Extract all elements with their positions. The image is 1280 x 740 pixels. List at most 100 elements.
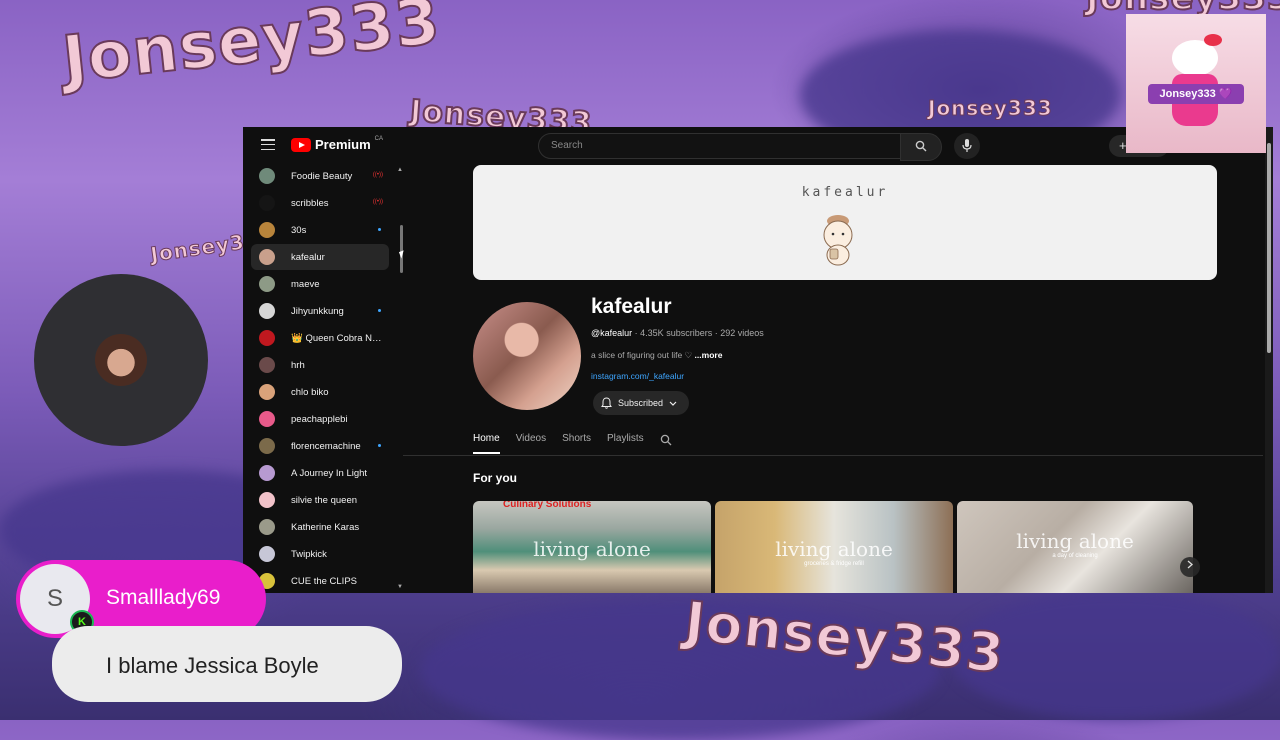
channel-avatar-icon [259,465,275,481]
bell-icon [601,397,612,409]
region-code: CA [374,135,383,142]
subscriptions-sidebar: Foodie Beauty ((•)) scribbles ((•)) 30s kafea… [251,163,401,593]
channel-avatar-icon [259,222,275,238]
video-thumbnail[interactable]: living alone groceries & fridge refill [715,501,953,593]
scrollbar-thumb[interactable] [1267,143,1271,353]
tab-shorts[interactable]: Shorts [562,433,591,454]
sidebar-item-channel[interactable]: Foodie Beauty ((•)) [251,163,389,189]
sidebar-item-label: 👑 Queen Cobra NA... [291,332,383,344]
channel-handle: @kafealur [591,328,633,338]
tab-videos[interactable]: Videos [516,433,546,454]
channel-avatar-icon [259,303,275,319]
search-button[interactable] [900,133,942,161]
search-placeholder: Search [551,140,583,151]
channel-link[interactable]: instagram.com/_kafealur [591,371,684,381]
sidebar-item-channel[interactable]: chlo biko [251,379,389,405]
tab-home[interactable]: Home [473,433,500,454]
chat-username: Smalllady69 [106,586,221,609]
new-content-dot-icon [378,444,381,447]
subscribed-label: Subscribed [618,398,664,408]
live-indicator-icon: ((•)) [372,199,383,205]
sidebar-item-channel[interactable]: Jihyunkkung [251,298,389,324]
sidebar-item-channel[interactable]: 👑 Queen Cobra NA... [251,325,389,351]
channel-tabs: Home Videos Shorts Playlists [473,433,672,454]
sidebar-item-label: Katherine Karas [291,521,360,533]
mouse-cursor-icon [398,250,407,259]
more-link[interactable]: ...more [695,350,723,360]
sidebar-item-label: peachapplebi [291,413,348,425]
channel-avatar-icon [259,195,275,211]
thumbnail-caption: groceries & fridge refill [804,561,864,567]
sidebar-item-channel[interactable]: Katherine Karas [251,514,389,540]
tab-playlists[interactable]: Playlists [607,433,644,454]
channel-avatar-icon [259,492,275,508]
channel-avatar-icon [259,249,275,265]
channel-avatar-icon [259,519,275,535]
sidebar-item-label: A Journey In Light [291,467,368,479]
search-icon [915,140,927,152]
youtube-play-icon [291,137,311,152]
watermark: Jonsey333 [928,96,1053,121]
sidebar-item-channel[interactable]: scribbles ((•)) [251,190,389,216]
search-input[interactable]: Search [538,133,902,159]
scroll-down-arrow-icon[interactable]: ▼ [397,584,403,590]
chat-message-bubble: I blame Jessica Boyle [52,626,402,702]
scroll-up-arrow-icon[interactable]: ▲ [397,167,403,173]
thumbnail-title: living alone [775,537,893,561]
sidebar-item-label: 30s [291,224,307,236]
sidebar-item-channel[interactable]: A Journey In Light [251,460,389,486]
search-icon[interactable] [660,434,672,446]
sidebar-item-channel[interactable]: silvie the queen [251,487,389,513]
thumbnail-caption: a day of cleaning [1052,553,1098,559]
sidebar-item-label: florencemachine [291,440,361,452]
youtube-logo[interactable]: Premium CA [291,135,383,152]
bow-icon [1204,34,1222,46]
channel-title: kafealur [591,295,672,318]
video-thumbnail[interactable]: living alone a day of cleaning [957,501,1193,593]
sidebar-item-label: scribbles [291,197,329,209]
page-scrollbar[interactable] [1265,127,1273,593]
sidebar-item-label: Foodie Beauty [291,170,353,182]
microphone-icon [962,139,972,152]
sidebar-item-channel[interactable]: florencemachine [251,433,389,459]
sidebar-item-channel[interactable]: 30s [251,217,389,243]
channel-avatar-icon [259,168,275,184]
channel-description[interactable]: a slice of figuring out life ♡ ...more [591,350,722,361]
channel-meta: @kafealur · 4.35K subscribers · 292 vide… [591,328,764,338]
sidebar-item-label: CUE the CLIPS [291,575,357,587]
sidebar-item-channel[interactable]: kafealur [251,244,389,270]
sidebar-item-channel[interactable]: maeve [251,271,389,297]
streamer-face [95,334,147,386]
chevron-right-icon [1187,560,1193,569]
thumbnail-title: living alone [533,537,651,561]
thumbnail-sign-text: Culinary Solutions [503,501,592,510]
section-title: For you [473,471,517,485]
sidebar-item-channel[interactable]: hrh [251,352,389,378]
video-thumbnail[interactable]: Culinary Solutions living alone [473,501,711,593]
channel-avatar-icon [259,357,275,373]
youtube-topbar: Premium CA Search + [243,127,1273,165]
sidebar-item-label: kafealur [291,251,325,263]
subscribed-button[interactable]: Subscribed [593,391,690,415]
description-text: a slice of figuring out life ♡ [591,350,693,360]
tab-divider [403,455,1263,456]
new-content-dot-icon [378,309,381,312]
webcam-overlay [34,274,208,446]
sidebar-item-channel[interactable]: peachapplebi [251,406,389,432]
chat-message-text: I blame Jessica Boyle [106,653,319,678]
chevron-down-icon [669,401,677,406]
carousel-next-button[interactable] [1180,557,1200,577]
channel-avatar-icon [259,330,275,346]
sidebar-item-label: Jihyunkkung [291,305,344,317]
channel-avatar[interactable] [473,302,581,410]
channel-avatar-icon [259,276,275,292]
sidebar-item-channel[interactable]: CUE the CLIPS [251,568,389,593]
sidebar-scrollbar[interactable] [400,225,403,273]
new-content-dot-icon [378,228,381,231]
voice-search-button[interactable] [954,133,980,159]
sidebar-item-channel[interactable]: Twipkick [251,541,389,567]
youtube-window: Premium CA Search + Foodie Beauty ((•)) sc… [243,127,1273,593]
channel-avatar-icon [259,384,275,400]
live-indicator-icon: ((•)) [372,172,383,178]
hamburger-menu-icon[interactable] [261,139,275,150]
